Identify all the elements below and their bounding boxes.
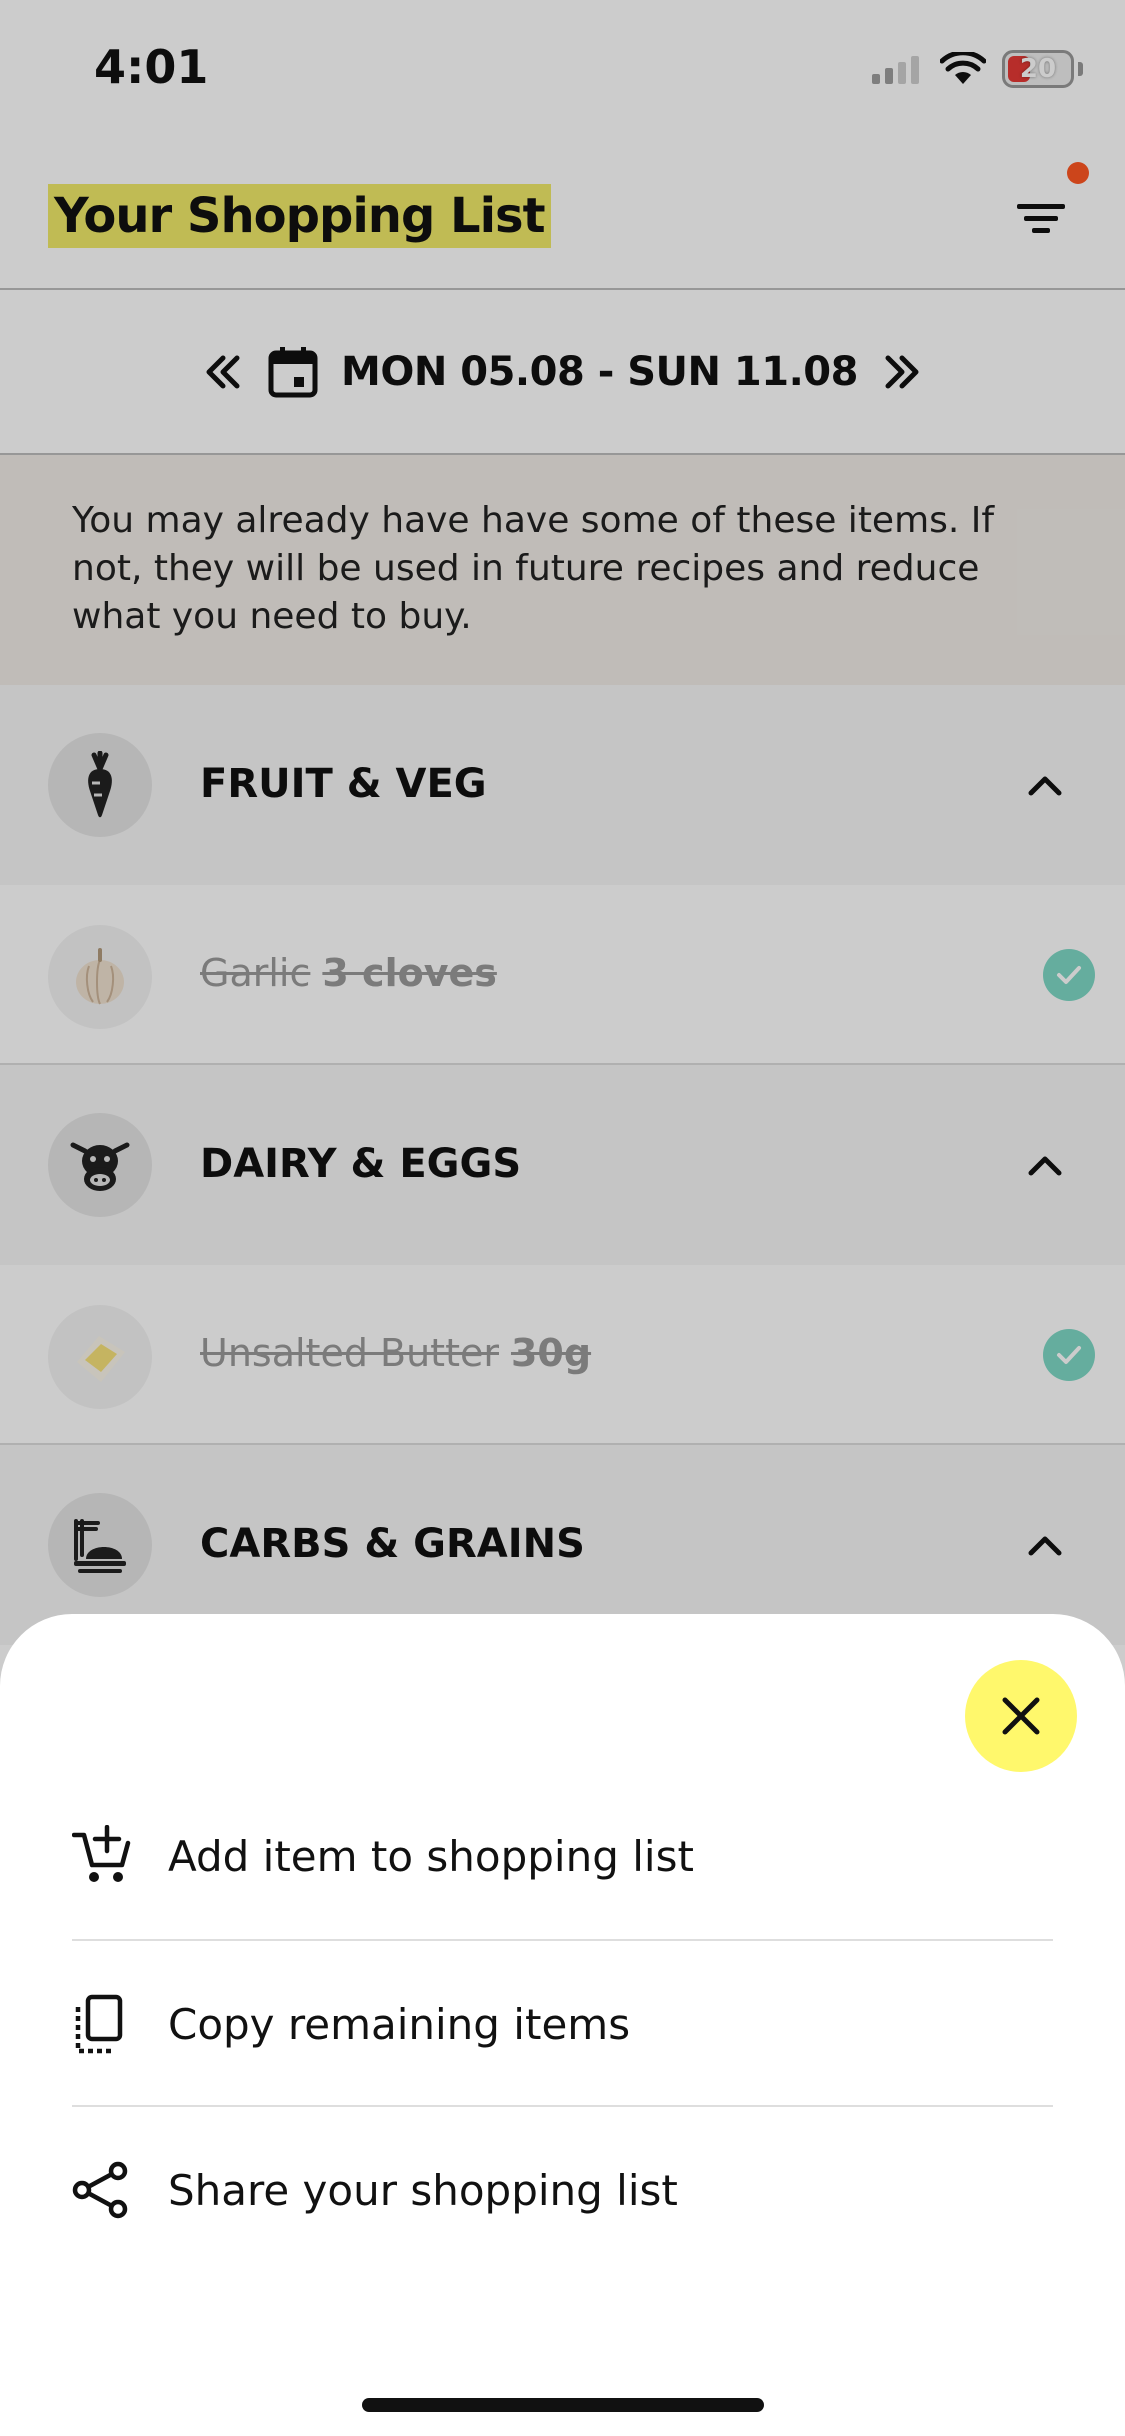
menu-item-label: Copy remaining items (168, 1999, 631, 2049)
copy-icon (72, 1989, 142, 2059)
home-indicator[interactable] (362, 2398, 764, 2412)
menu-item-label: Add item to shopping list (168, 1831, 694, 1881)
close-icon (1002, 1697, 1040, 1735)
add-item-button[interactable]: Add item to shopping list (72, 1773, 1053, 1939)
share-list-button[interactable]: Share your shopping list (72, 2107, 1053, 2273)
copy-remaining-button[interactable]: Copy remaining items (72, 1941, 1053, 2107)
add-to-cart-icon (72, 1821, 142, 1891)
actions-bottom-sheet: Add item to shopping list Copy remaining… (0, 1614, 1125, 2436)
menu-item-label: Share your shopping list (168, 2165, 678, 2215)
share-icon (72, 2155, 142, 2225)
close-button[interactable] (965, 1660, 1077, 1772)
